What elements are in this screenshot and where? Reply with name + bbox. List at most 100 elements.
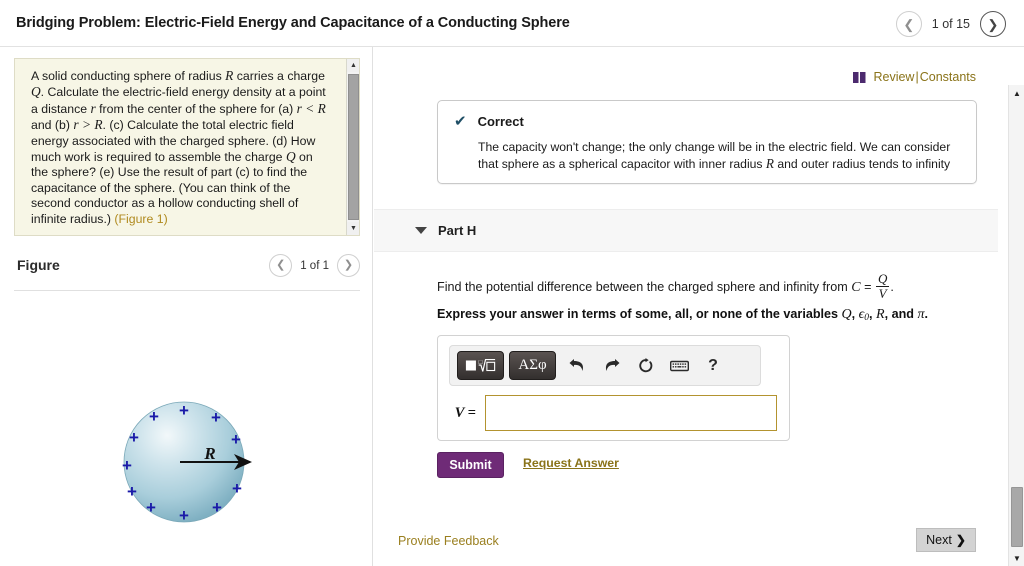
var-Q2: Q bbox=[285, 149, 296, 165]
express-seg: . bbox=[924, 307, 929, 321]
keyboard-button[interactable] bbox=[663, 351, 695, 381]
constants-label[interactable]: Constants bbox=[920, 70, 976, 84]
svg-text:+: + bbox=[232, 479, 242, 498]
problem-box-scrollbar[interactable]: ▲ ▼ bbox=[346, 59, 359, 235]
svg-text:+: + bbox=[212, 498, 222, 517]
scroll-up-icon[interactable]: ▲ bbox=[347, 59, 359, 72]
problem-pager-label: 1 of 15 bbox=[931, 17, 970, 31]
page-scrollbar[interactable]: ▲ ▼ bbox=[1008, 85, 1024, 566]
equals-sign: = bbox=[864, 279, 872, 294]
correct-header: ✔ Correct bbox=[454, 114, 524, 129]
var-r-gt-R: r > R bbox=[73, 117, 103, 133]
svg-text:+: + bbox=[231, 430, 241, 449]
keyboard-icon bbox=[669, 360, 689, 372]
math-template-icon: □ bbox=[465, 358, 496, 372]
next-problem-button[interactable]: ❯ bbox=[980, 11, 1006, 37]
mastering-physics-page: Bridging Problem: Electric-Field Energy … bbox=[0, 0, 1024, 566]
svg-text:+: + bbox=[179, 506, 189, 525]
page-scroll-up-icon[interactable]: ▲ bbox=[1009, 85, 1024, 101]
book-icon bbox=[853, 71, 866, 83]
svg-text:+: + bbox=[146, 498, 156, 517]
express-instruction: Express your answer in terms of some, al… bbox=[437, 306, 997, 327]
greek-symbols-label: ΑΣφ bbox=[518, 357, 547, 373]
greek-symbols-button[interactable]: ΑΣφ bbox=[509, 351, 556, 380]
correct-text-seg: and outer radius tends to infinity bbox=[773, 156, 951, 171]
review-constants-row: Review|Constants bbox=[853, 70, 976, 84]
figure-pager: ❮ 1 of 1 ❯ bbox=[269, 254, 360, 277]
undo-button[interactable] bbox=[561, 351, 593, 381]
math-toolbar: □ ΑΣφ ? bbox=[449, 345, 761, 386]
problem-text-seg: and (b) bbox=[31, 118, 74, 133]
figure-1-link[interactable]: (Figure 1) bbox=[114, 212, 167, 226]
var-Q: Q bbox=[31, 84, 41, 100]
page-scroll-thumb[interactable] bbox=[1011, 487, 1023, 547]
caret-down-icon[interactable] bbox=[415, 227, 427, 234]
express-seg: , bbox=[851, 307, 859, 321]
scroll-down-icon[interactable]: ▼ bbox=[347, 222, 359, 235]
var-C: C bbox=[851, 279, 861, 295]
right-panel: Review|Constants ✔ Correct The capacity … bbox=[374, 47, 1024, 566]
next-figure-button[interactable]: ❯ bbox=[337, 254, 360, 277]
math-template-button[interactable]: □ bbox=[457, 351, 504, 380]
fraction-numerator: Q bbox=[877, 271, 888, 286]
problem-pager: ❮ 1 of 15 ❯ bbox=[895, 11, 1006, 37]
problem-statement-box: A solid conducting sphere of radius R ca… bbox=[14, 58, 360, 236]
undo-icon bbox=[569, 359, 583, 371]
problem-text-seg: A solid conducting sphere of radius bbox=[31, 69, 226, 83]
svg-text:+: + bbox=[211, 408, 221, 427]
fraction-denominator: V bbox=[875, 286, 890, 301]
figure-pager-label: 1 of 1 bbox=[300, 259, 329, 272]
chevron-right-icon: ❯ bbox=[955, 533, 966, 547]
page-header: Bridging Problem: Electric-Field Energy … bbox=[0, 0, 1024, 47]
submit-button[interactable]: Submit bbox=[437, 452, 504, 478]
radius-label: R bbox=[203, 444, 215, 463]
scroll-thumb[interactable] bbox=[348, 74, 359, 220]
express-seg: , bbox=[869, 307, 877, 321]
check-icon: ✔ bbox=[454, 113, 467, 130]
figure-header: Figure ❮ 1 of 1 ❯ bbox=[14, 250, 360, 290]
express-seg: Express your answer in terms of some, al… bbox=[437, 307, 842, 321]
part-prompt: Find the potential difference between th… bbox=[437, 271, 997, 302]
fraction-q-over-v: QV bbox=[875, 271, 890, 301]
svg-text:+: + bbox=[122, 456, 132, 475]
svg-text:+: + bbox=[127, 482, 137, 501]
reset-button[interactable] bbox=[629, 351, 661, 381]
charged-sphere-diagram: + + + + + + + + + + + R bbox=[122, 401, 252, 525]
redo-button[interactable] bbox=[595, 351, 627, 381]
var-r-lt-R: r < R bbox=[296, 100, 326, 116]
review-constants-link[interactable]: Review|Constants bbox=[873, 70, 976, 84]
var-R: R bbox=[765, 155, 774, 171]
review-label[interactable]: Review bbox=[873, 70, 914, 84]
next-button[interactable]: Next ❯ bbox=[916, 528, 976, 552]
request-answer-link[interactable]: Request Answer bbox=[523, 456, 619, 470]
part-h-header[interactable]: Part H bbox=[374, 209, 998, 252]
figure-image: + + + + + + + + + + + R bbox=[14, 299, 360, 559]
figure-divider bbox=[14, 290, 360, 291]
svg-text:+: + bbox=[179, 401, 189, 420]
prev-problem-button[interactable]: ❮ bbox=[895, 11, 922, 37]
figure-title: Figure bbox=[17, 257, 60, 273]
answer-card: □ ΑΣφ ? V = bbox=[437, 335, 790, 441]
prompt-seg: . bbox=[890, 279, 894, 294]
var-pi: π bbox=[917, 307, 925, 322]
part-label: Part H bbox=[438, 223, 477, 238]
var-Q: Q bbox=[841, 307, 852, 322]
answer-input[interactable] bbox=[485, 395, 777, 431]
provide-feedback-link[interactable]: Provide Feedback bbox=[398, 534, 499, 548]
prev-figure-button[interactable]: ❮ bbox=[269, 254, 293, 277]
page-title: Bridging Problem: Electric-Field Energy … bbox=[16, 15, 570, 31]
problem-text-seg: from the center of the sphere for (a) bbox=[95, 101, 297, 116]
next-button-label: Next bbox=[926, 533, 952, 547]
express-seg: , and bbox=[884, 307, 918, 321]
help-button[interactable]: help-question-icon ? bbox=[697, 351, 729, 381]
svg-text:+: + bbox=[149, 407, 159, 426]
correct-feedback-box: ✔ Correct The capacity won't change; the… bbox=[437, 100, 977, 184]
correct-title: Correct bbox=[477, 114, 524, 129]
correct-body-text: The capacity won't change; the only chan… bbox=[478, 139, 965, 172]
reset-icon bbox=[638, 357, 652, 372]
equals-sign: = bbox=[467, 404, 476, 421]
var-R: R bbox=[876, 307, 885, 322]
answer-variable-label: V = bbox=[449, 405, 485, 422]
page-scroll-down-icon[interactable]: ▼ bbox=[1009, 550, 1024, 566]
problem-statement-text: A solid conducting sphere of radius R ca… bbox=[15, 59, 359, 235]
